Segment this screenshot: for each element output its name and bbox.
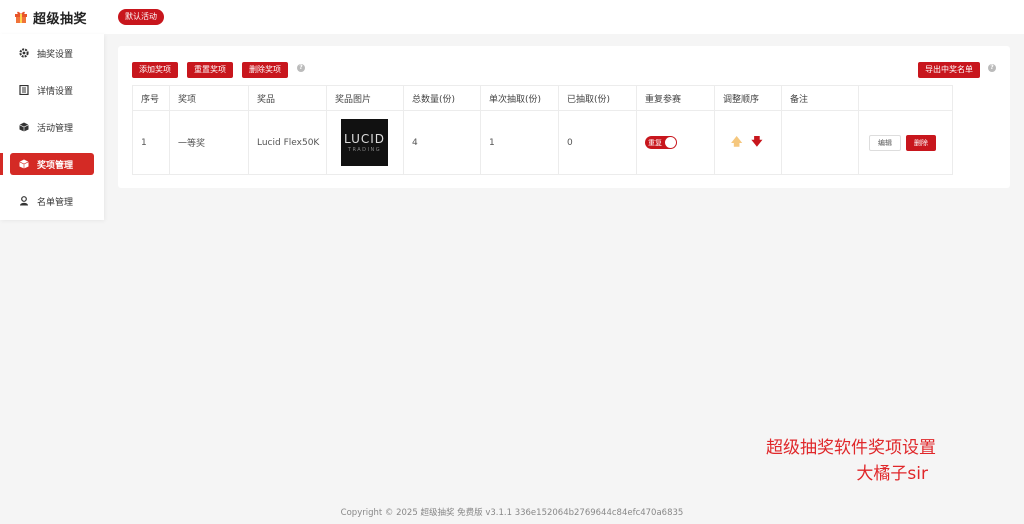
sidebar-item-label: 抽奖设置 bbox=[37, 49, 74, 60]
col-drawn: 已抽取(份) bbox=[558, 85, 637, 111]
edit-button[interactable]: 编辑 bbox=[869, 134, 901, 151]
sidebar-item-label: 名单管理 bbox=[37, 197, 74, 208]
sidebar-item-label: 详情设置 bbox=[37, 86, 74, 97]
sidebar-item-lottery-settings[interactable]: 抽奖设置 bbox=[10, 42, 94, 64]
gear-icon bbox=[19, 48, 29, 58]
col-prize: 奖品 bbox=[248, 85, 327, 111]
add-prize-button[interactable]: 添加奖项 bbox=[132, 62, 178, 78]
gift-icon bbox=[15, 11, 27, 23]
cell-per-draw: 1 bbox=[480, 110, 559, 175]
cell-actions: 编辑 删除 bbox=[858, 110, 953, 175]
sidebar-item-list-management[interactable]: 名单管理 bbox=[10, 190, 94, 212]
table-row: 1 一等奖 Lucid Flex50K LUCID TRADING 4 1 0 … bbox=[132, 110, 953, 175]
user-icon bbox=[20, 196, 28, 206]
footer-copyright: Copyright © 2025 超级抽奖 免费版 v3.1.1 336e152… bbox=[340, 508, 684, 518]
prize-table: 序号 奖项 奖品 奖品图片 总数量(份) 单次抽取(份) 已抽取(份) 重复参赛… bbox=[132, 85, 953, 175]
prize-image-subtext: TRADING bbox=[347, 147, 382, 153]
box-icon bbox=[19, 122, 29, 132]
cell-drawn: 0 bbox=[558, 110, 637, 175]
cell-image: LUCID TRADING bbox=[326, 110, 404, 175]
col-note: 备注 bbox=[781, 85, 859, 111]
export-winners-button[interactable]: 导出中奖名单 bbox=[918, 62, 980, 78]
top-header: 超级抽奖 默认活动 bbox=[0, 0, 1024, 34]
prize-image-text: LUCID bbox=[343, 132, 386, 146]
col-per-draw: 单次抽取(份) bbox=[480, 85, 559, 111]
col-repeat: 重复参赛 bbox=[636, 85, 715, 111]
col-level: 奖项 bbox=[169, 85, 249, 111]
cell-total: 4 bbox=[403, 110, 481, 175]
cell-prize: Lucid Flex50K bbox=[248, 110, 327, 175]
activity-selector[interactable]: 默认活动 bbox=[118, 9, 164, 25]
col-index: 序号 bbox=[132, 85, 170, 111]
sidebar-item-detail-settings[interactable]: 详情设置 bbox=[10, 79, 94, 101]
move-up-icon[interactable]: 🡅 bbox=[731, 133, 742, 152]
prize-panel: 添加奖项 重置奖项 删除奖项 ? 导出中奖名单 ? 序号 奖项 奖品 奖品图片 … bbox=[118, 46, 1010, 188]
toggle-knob bbox=[665, 137, 676, 148]
repeat-toggle[interactable]: 重复 bbox=[645, 136, 677, 149]
col-total: 总数量(份) bbox=[403, 85, 481, 111]
delete-prizes-button[interactable]: 删除奖项 bbox=[242, 62, 288, 78]
help-icon[interactable]: ? bbox=[297, 64, 305, 72]
overlay-caption-author: 大橘子sir bbox=[856, 464, 928, 484]
prize-box-icon bbox=[19, 159, 29, 169]
sidebar-item-prize-management[interactable]: 奖项管理 bbox=[0, 153, 94, 175]
table-header-row: 序号 奖项 奖品 奖品图片 总数量(份) 单次抽取(份) 已抽取(份) 重复参赛… bbox=[132, 85, 953, 111]
list-icon bbox=[19, 85, 29, 95]
col-order: 调整顺序 bbox=[714, 85, 782, 111]
cell-note bbox=[781, 110, 859, 175]
sidebar-item-activity-management[interactable]: 活动管理 bbox=[10, 116, 94, 138]
cell-repeat: 重复 bbox=[636, 110, 715, 175]
sidebar-item-label: 活动管理 bbox=[37, 123, 74, 134]
export-help-icon[interactable]: ? bbox=[988, 64, 996, 72]
move-down-icon[interactable]: 🡇 bbox=[751, 133, 762, 152]
overlay-caption-title: 超级抽奖软件奖项设置 bbox=[766, 438, 936, 458]
col-image: 奖品图片 bbox=[326, 85, 404, 111]
cell-index: 1 bbox=[132, 110, 170, 175]
app-title: 超级抽奖 bbox=[33, 11, 88, 27]
prize-image[interactable]: LUCID TRADING bbox=[341, 119, 388, 166]
col-actions bbox=[858, 85, 953, 111]
sidebar: 抽奖设置 详情设置 活动管理 奖项管理 名单管理 bbox=[0, 34, 104, 220]
delete-button[interactable]: 删除 bbox=[906, 134, 936, 151]
brand: 超级抽奖 bbox=[0, 8, 87, 27]
reset-prizes-button[interactable]: 重置奖项 bbox=[187, 62, 233, 78]
sidebar-item-label: 奖项管理 bbox=[37, 160, 74, 171]
cell-level: 一等奖 bbox=[169, 110, 249, 175]
cell-order: 🡅 🡇 bbox=[714, 110, 782, 175]
repeat-toggle-label: 重复 bbox=[648, 138, 662, 147]
